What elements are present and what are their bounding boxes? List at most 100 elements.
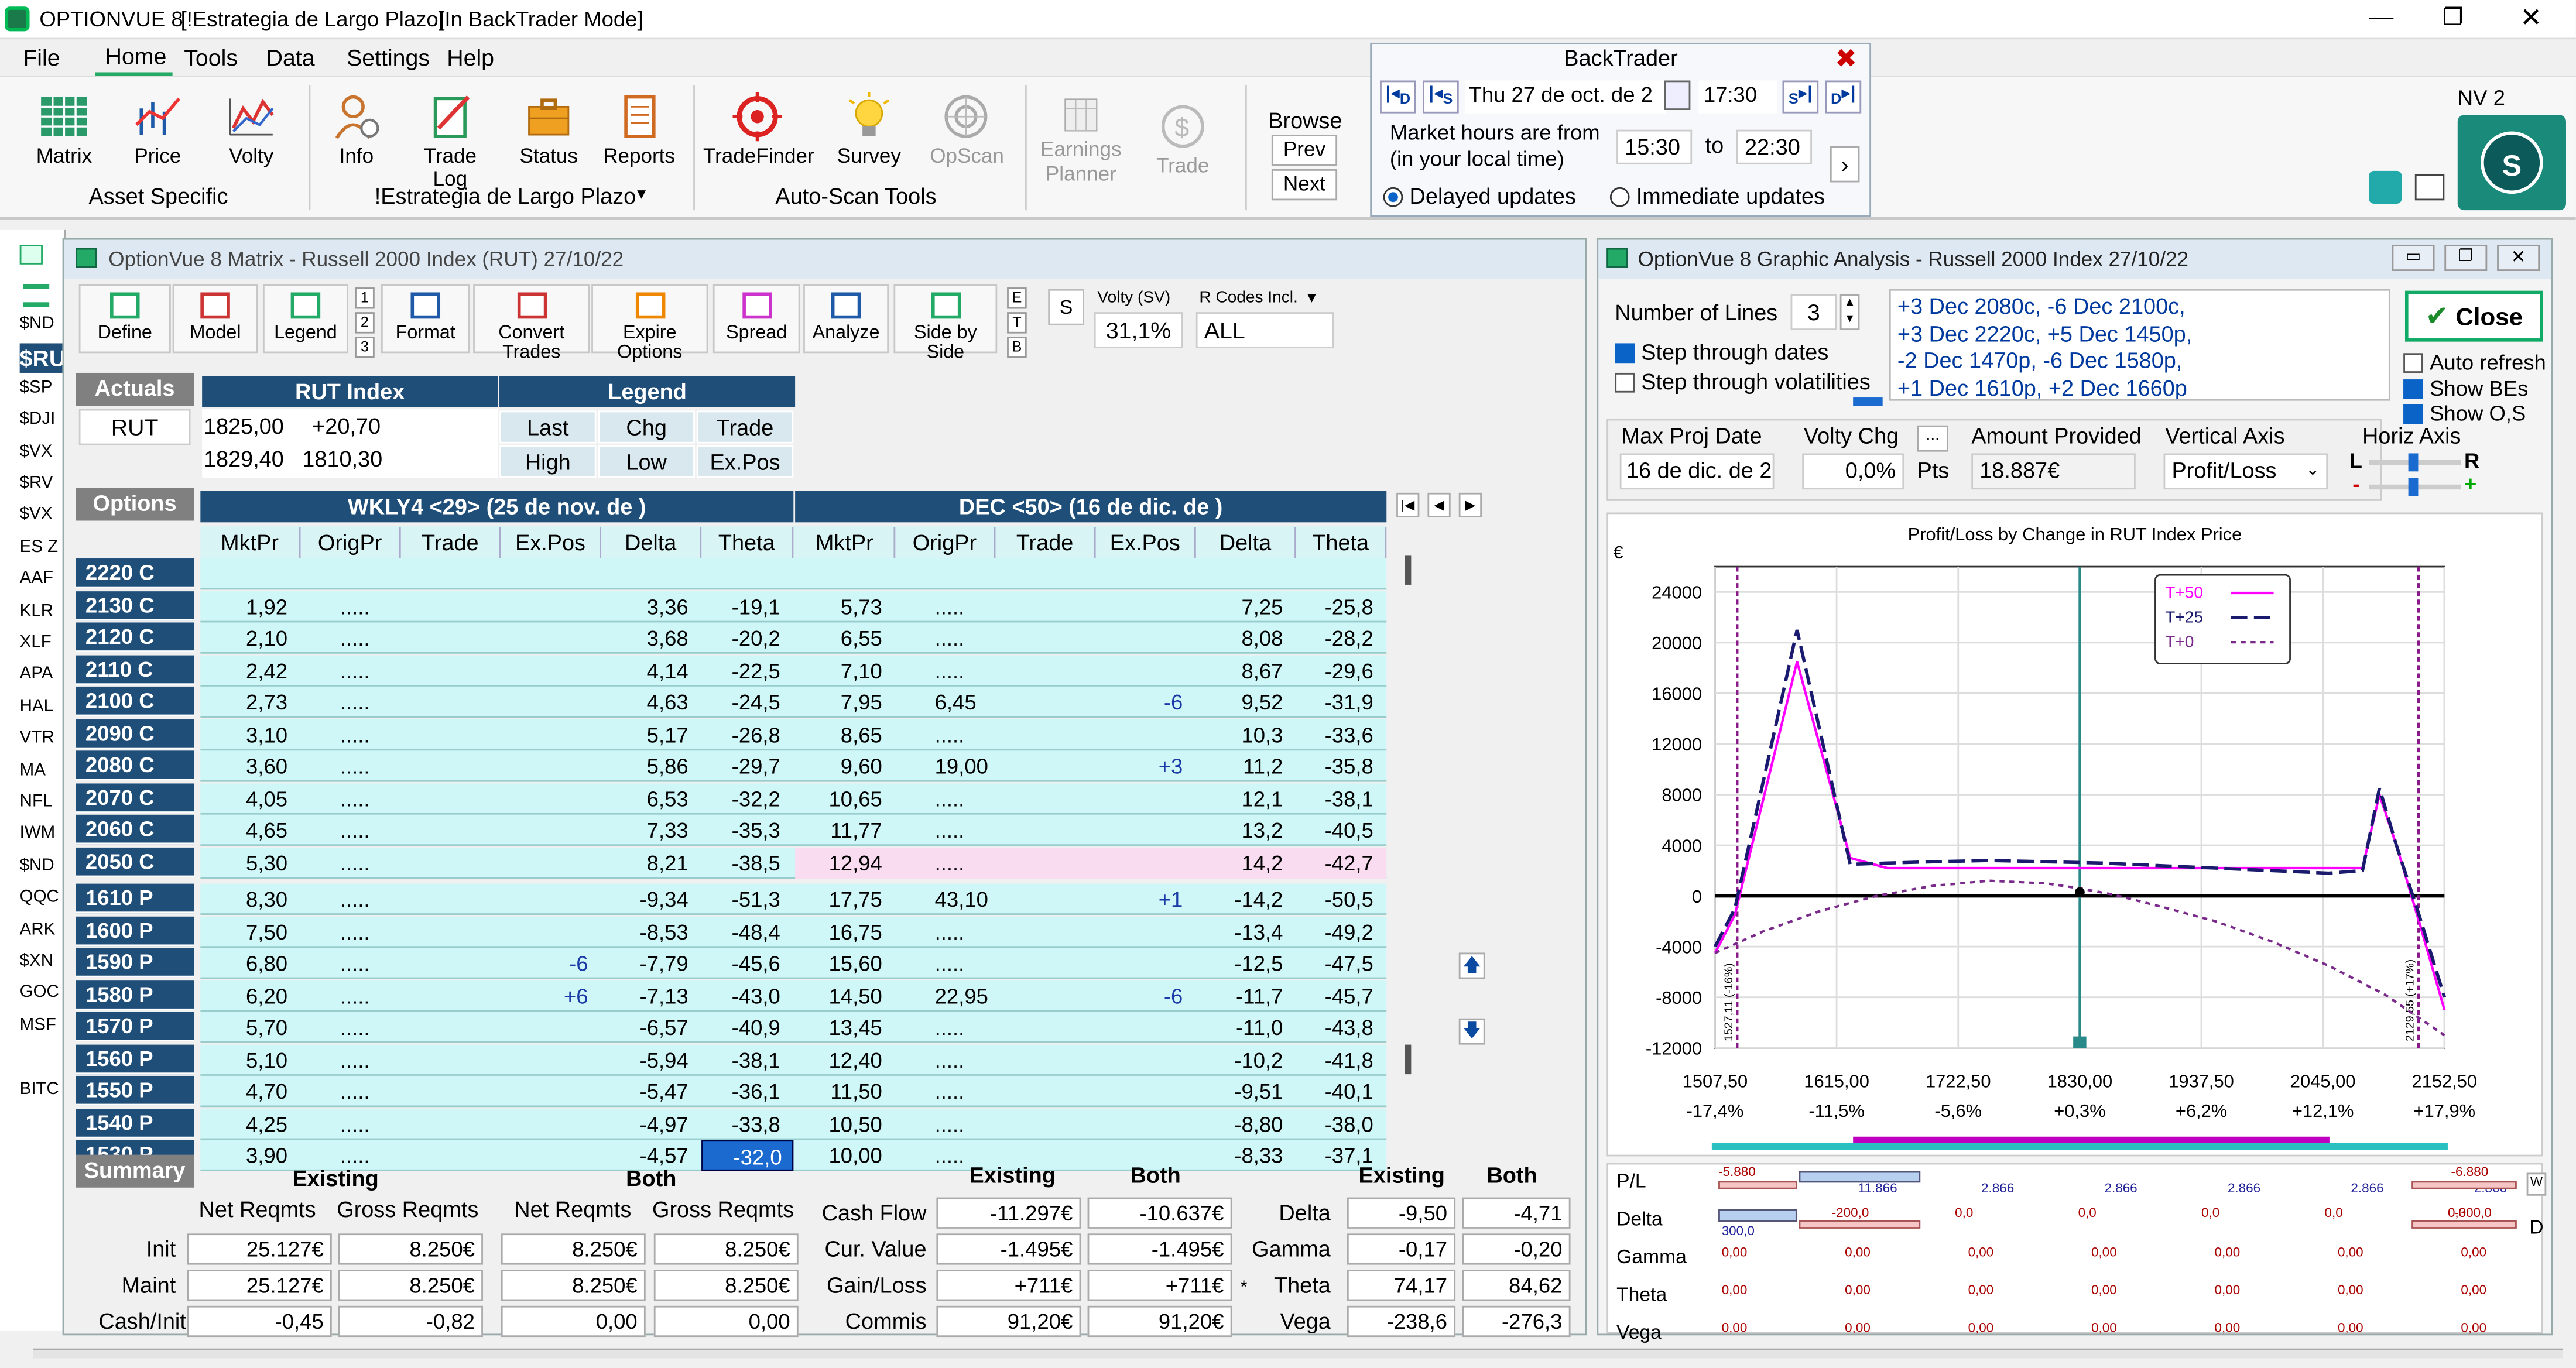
strike-label[interactable]: 2100 C (76, 686, 194, 716)
table-cell[interactable]: 14,50 (795, 980, 882, 1011)
table-cell[interactable]: 4,25 (200, 1108, 287, 1139)
tradefinder-button[interactable]: TradeFinder (703, 92, 814, 167)
table-cell[interactable]: ..... (935, 815, 996, 846)
table-cell[interactable]: 2,10 (200, 622, 287, 653)
step-dates-checkbox[interactable]: Step through dates (1615, 340, 1828, 365)
chevron-right-icon[interactable]: › (1830, 146, 1860, 183)
table-cell[interactable]: -32,0 (701, 1140, 794, 1171)
table-cell[interactable]: -9,51 (1196, 1076, 1283, 1107)
list-menu-icon[interactable] (23, 284, 50, 307)
table-cell[interactable]: -5,94 (601, 1044, 688, 1075)
e-button[interactable]: E (1007, 287, 1027, 309)
table-cell[interactable]: -47,5 (1296, 948, 1373, 979)
time-field[interactable]: 17:30 (1698, 80, 1778, 114)
table-cell[interactable]: 10,65 (795, 783, 882, 814)
step-volty-checkbox[interactable]: Step through volatilities (1615, 369, 1871, 394)
table-cell[interactable]: ..... (340, 815, 401, 846)
table-cell[interactable]: ..... (340, 846, 401, 877)
actuals-symbol[interactable]: RUT (78, 409, 191, 445)
table-cell[interactable]: -33,6 (1296, 719, 1373, 750)
table-cell[interactable]: 10,00 (795, 1140, 882, 1171)
table-cell[interactable]: ..... (935, 654, 996, 685)
table-cell[interactable]: 7,95 (795, 687, 882, 718)
table-cell[interactable]: 5,17 (601, 719, 688, 750)
table-cell[interactable]: -36,1 (701, 1076, 780, 1107)
table-cell[interactable]: 43,10 (935, 884, 996, 915)
table-cell[interactable]: -19,1 (701, 591, 780, 622)
matrix-button[interactable]: Matrix (30, 92, 99, 167)
volty-button[interactable]: Volty (220, 92, 283, 167)
grid-scrollbar[interactable] (1405, 555, 1412, 585)
table-cell[interactable]: ..... (340, 622, 401, 653)
horiz-slider-2[interactable] (2369, 478, 2461, 496)
table-cell[interactable]: -49,2 (1296, 916, 1373, 947)
sidebar-symbol[interactable]: APA (20, 663, 63, 687)
table-cell[interactable]: 2,73 (200, 687, 287, 718)
maximize-icon[interactable]: ❐ (2443, 4, 2464, 32)
table-cell[interactable]: 8,30 (200, 884, 287, 915)
strike-label[interactable]: 1550 P (76, 1075, 194, 1106)
info-button[interactable]: Info (326, 92, 388, 167)
sidebar-symbol[interactable]: $VX (20, 440, 63, 464)
w-button[interactable]: W (2526, 1172, 2547, 1196)
table-cell[interactable]: ..... (340, 1108, 401, 1139)
table-cell[interactable]: 13,2 (1196, 815, 1283, 846)
strike-label[interactable]: 1580 P (76, 979, 194, 1010)
backtrader-close-icon[interactable]: ✖ (1835, 43, 1857, 76)
delayed-radio[interactable]: Delayed updates (1383, 184, 1576, 208)
table-cell[interactable]: 12,40 (795, 1044, 882, 1075)
table-cell[interactable]: ..... (340, 687, 401, 718)
table-cell[interactable]: ..... (935, 916, 996, 947)
table-cell[interactable]: -13,4 (1196, 916, 1283, 947)
sidebar-symbol[interactable]: IWM (20, 822, 63, 846)
table-cell[interactable]: ..... (935, 1108, 996, 1139)
refresh-icon[interactable] (2369, 170, 2402, 204)
table-cell[interactable]: -38,5 (701, 846, 780, 877)
table-cell[interactable]: 16,75 (795, 916, 882, 947)
format-button[interactable]: Format (381, 284, 470, 354)
forward-step-button[interactable]: S▸| (1782, 80, 1819, 114)
strike-label[interactable]: 1560 P (76, 1044, 194, 1074)
table-cell[interactable]: ..... (340, 719, 401, 750)
table-cell[interactable]: 6,53 (601, 783, 688, 814)
max-proj-field[interactable]: 16 de dic. de 2 (1619, 453, 1775, 490)
table-cell[interactable]: -35,3 (701, 815, 780, 846)
table-cell[interactable]: 19,00 (935, 750, 996, 781)
table-cell[interactable]: 10,3 (1196, 719, 1283, 750)
table-cell[interactable]: 8,08 (1196, 622, 1283, 653)
sidebar-symbol[interactable]: $RV (20, 471, 63, 496)
rcodes-field[interactable]: ALL (1195, 312, 1334, 348)
table-cell[interactable]: 13,45 (795, 1012, 882, 1043)
graph-restore-icon[interactable]: ❐ (2444, 245, 2488, 271)
expire-options-button[interactable]: Expire Options (591, 284, 708, 363)
strike-label[interactable]: 2110 C (76, 654, 194, 684)
table-cell[interactable]: -38,1 (701, 1044, 780, 1075)
volty-sv-field[interactable]: 31,1% (1094, 312, 1183, 348)
auto-refresh-checkbox[interactable]: Auto refresh (2403, 350, 2546, 375)
table-cell[interactable]: +1 (1096, 884, 1183, 915)
table-cell[interactable]: 11,50 (795, 1076, 882, 1107)
table-cell[interactable]: -32,2 (701, 783, 780, 814)
volty-chg-field[interactable]: 0,0% (1802, 453, 1904, 490)
table-cell[interactable]: 1,92 (200, 591, 287, 622)
table-cell[interactable]: 5,86 (601, 750, 688, 781)
table-cell[interactable]: -25,8 (1296, 591, 1373, 622)
sidebar-symbol[interactable]: BITC (20, 1078, 63, 1102)
table-cell[interactable]: -43,0 (701, 980, 780, 1011)
amount-field[interactable]: 18.887€ (1971, 453, 2136, 490)
table-cell[interactable]: +6 (501, 980, 588, 1011)
close-icon[interactable]: ✕ (2520, 2, 2542, 35)
b-button[interactable]: B (1007, 337, 1027, 358)
sidebar-symbol[interactable]: VTR (20, 726, 63, 751)
table-cell[interactable]: -33,8 (701, 1108, 780, 1139)
logo-button[interactable]: S (2457, 115, 2566, 211)
strike-label[interactable]: 2130 C (76, 590, 194, 620)
sidebar-symbol[interactable]: AAF (20, 567, 63, 592)
table-cell[interactable]: ..... (340, 884, 401, 915)
table-cell[interactable]: -51,3 (701, 884, 780, 915)
page-1-button[interactable]: 1 (355, 287, 375, 309)
table-cell[interactable]: -40,9 (701, 1012, 780, 1043)
table-cell[interactable]: 3,68 (601, 622, 688, 653)
table-cell[interactable]: ..... (935, 622, 996, 653)
table-cell[interactable]: ..... (935, 1044, 996, 1075)
